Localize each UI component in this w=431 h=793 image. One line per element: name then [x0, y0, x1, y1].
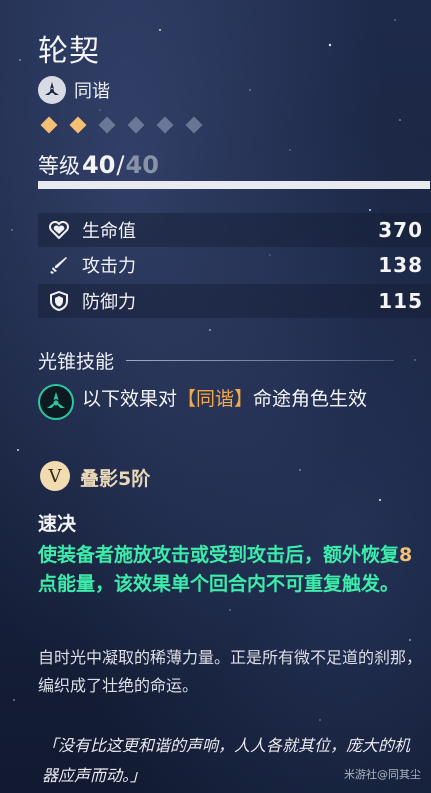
level-slash: / — [116, 151, 125, 179]
flavor-text: 自时光中凝取的稀薄力量。正是所有微不足道的刹那，编织成了壮绝的命运。 — [38, 648, 423, 695]
sword-icon — [48, 254, 70, 276]
level-current: 40 — [82, 151, 116, 179]
stat-row-hp: 生命值 370 — [38, 213, 431, 247]
level-max: 40 — [125, 151, 159, 179]
skill-header-label: 光锥技能 — [38, 351, 115, 373]
rarity-diamond-empty — [127, 116, 145, 134]
watermark: 米游社@同其尘 — [344, 768, 421, 781]
rarity-diamond-empty — [98, 116, 116, 134]
path-row: 同谐 — [38, 76, 110, 104]
shield-icon — [48, 290, 70, 312]
skill-desc-prefix: 以下效果对 — [82, 388, 178, 410]
skill-effect-text-pre: 使装备者施放攻击或受到攻击后，额外恢复 — [38, 544, 400, 566]
rarity-diamond-empty — [185, 116, 203, 134]
skill-effect-title: 速决 — [38, 513, 77, 535]
stat-value: 138 — [378, 253, 423, 277]
level-progress-bar — [38, 181, 430, 189]
path-label: 同谐 — [74, 81, 110, 102]
superimposition-badge: V — [40, 461, 70, 491]
skill-effect-text-post: 点能量，该效果单个回合内不可重复触发。 — [38, 573, 400, 595]
skill-effect-description: 使装备者施放攻击或受到攻击后，额外恢复8 点能量，该效果单个回合内不可重复触发。 — [38, 541, 418, 599]
superimposition-rank: 叠影5阶 — [80, 468, 151, 490]
lightcone-title: 轮契 — [38, 34, 100, 69]
rarity-diamond-filled — [40, 116, 58, 134]
stat-label: 攻击力 — [82, 256, 136, 277]
stat-value: 370 — [378, 218, 423, 242]
rarity-diamond-filled — [69, 116, 87, 134]
level-progress-fill — [38, 181, 430, 189]
flavor-quote: 「没有比这更和谐的声响，人人各就其位，庞大的机器应声而动。」 — [42, 736, 411, 785]
rarity-diamonds — [40, 116, 203, 134]
skill-header-divider — [126, 360, 395, 361]
harmony-path-skill-icon — [38, 384, 74, 420]
stat-row-def: 防御力 115 — [38, 284, 431, 318]
skill-effect-number: 8 — [399, 544, 413, 566]
level-display: 等级 40 / 40 — [38, 150, 159, 180]
skill-path-condition: 以下效果对【同谐】命途角色生效 — [82, 386, 422, 412]
skill-desc-path-highlight: 【同谐】 — [177, 388, 254, 410]
stat-row-atk: 攻击力 138 — [38, 248, 431, 282]
level-label: 等级 — [38, 154, 80, 178]
skill-desc-suffix: 命途角色生效 — [253, 388, 368, 410]
harmony-path-icon — [38, 76, 66, 104]
stat-label: 防御力 — [82, 292, 136, 313]
stat-label: 生命值 — [82, 221, 136, 242]
rarity-diamond-empty — [156, 116, 174, 134]
stat-value: 115 — [378, 289, 423, 313]
heart-icon — [48, 219, 70, 241]
skill-section-header: 光锥技能 — [38, 347, 395, 374]
